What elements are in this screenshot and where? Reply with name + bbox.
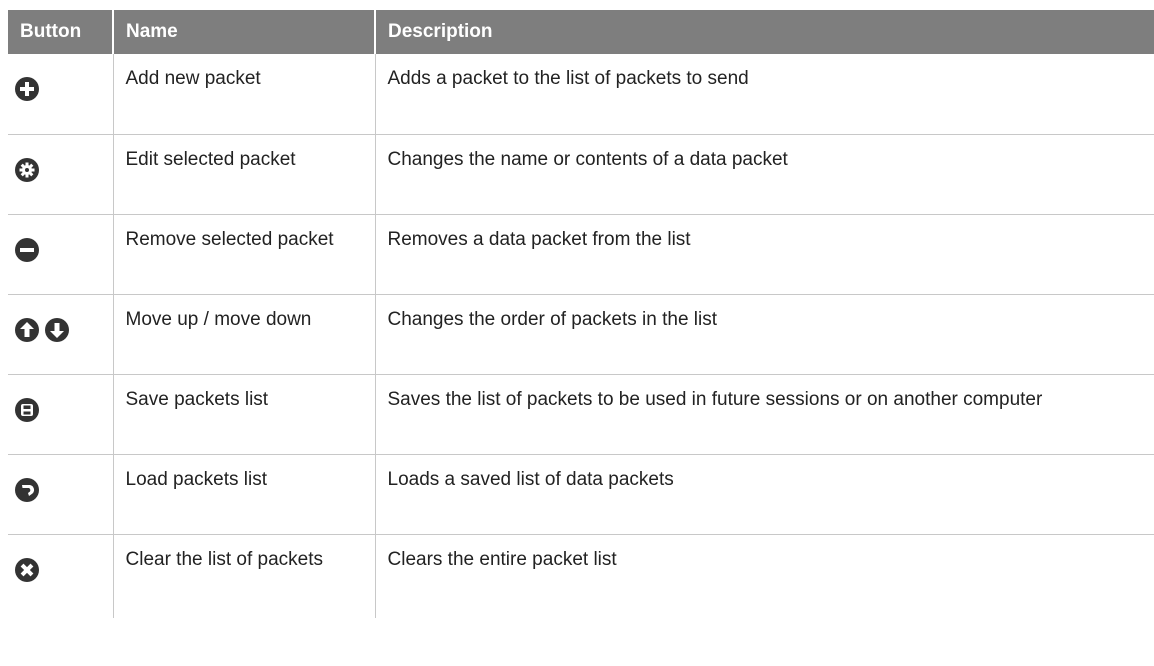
button-cell [8,294,113,375]
button-cell [8,134,113,215]
table-row: Save packets list Saves the list of pack… [8,374,1154,455]
description-cell: Changes the order of packets in the list [374,294,1154,375]
table-row: Edit selected packet Changes the name or… [8,134,1154,215]
button-cell [8,454,113,535]
arrow-down-icon [44,317,70,343]
name-cell: Add new packet [112,54,375,135]
name-cell: Load packets list [112,454,375,535]
description-cell: Adds a packet to the list of packets to … [374,54,1154,135]
button-cell [8,374,113,455]
name-cell: Move up / move down [112,294,375,375]
description-cell: Loads a saved list of data packets [374,454,1154,535]
table-header-row: Button Name Description [8,10,1154,54]
column-header-button: Button [8,10,113,54]
table-row: Load packets list Loads a saved list of … [8,454,1154,535]
gear-icon [14,157,40,183]
description-cell: Removes a data packet from the list [374,214,1154,295]
table-row: Clear the list of packets Clears the ent… [8,534,1154,618]
remove-icon [14,237,40,263]
name-cell: Clear the list of packets [112,534,375,618]
column-header-name: Name [112,10,375,54]
name-cell: Remove selected packet [112,214,375,295]
table-row: Add new packet Adds a packet to the list… [8,54,1154,135]
table-row: Remove selected packet Removes a data pa… [8,214,1154,295]
description-cell: Clears the entire packet list [374,534,1154,618]
description-cell: Saves the list of packets to be used in … [374,374,1154,455]
table-row: Move up / move down Changes the order of… [8,294,1154,375]
load-icon [14,477,40,503]
save-icon [14,397,40,423]
clear-icon [14,557,40,583]
button-cell [8,214,113,295]
add-icon [14,76,40,102]
button-cell [8,534,113,618]
column-header-description: Description [374,10,1154,54]
name-cell: Edit selected packet [112,134,375,215]
name-cell: Save packets list [112,374,375,455]
arrow-up-icon [14,317,40,343]
buttons-reference-table: Button Name Description Add new packet A… [8,10,1154,618]
button-cell [8,54,113,135]
description-cell: Changes the name or contents of a data p… [374,134,1154,215]
